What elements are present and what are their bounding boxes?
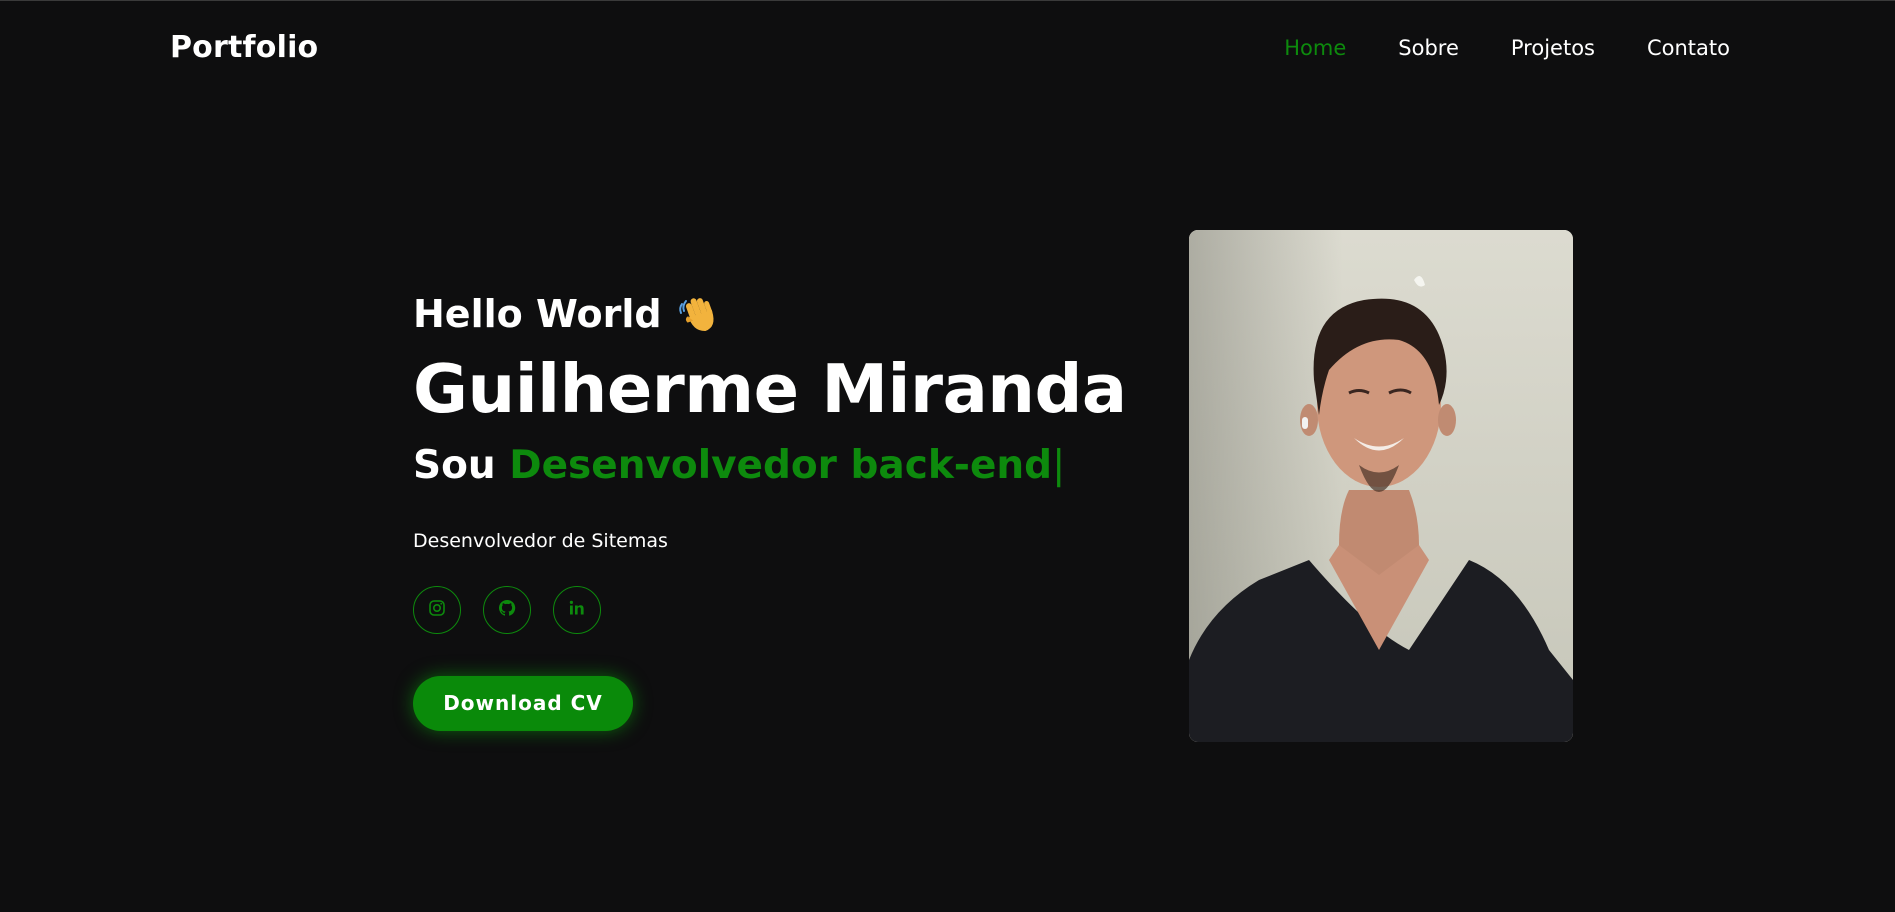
role-highlight: Desenvolvedor back-end xyxy=(509,443,1053,488)
main-nav: Home Sobre Projetos Contato xyxy=(1284,36,1730,60)
github-icon xyxy=(497,598,517,622)
download-cv-button[interactable]: Download CV xyxy=(413,675,633,731)
site-header: Portfolio Home Sobre Projetos Contato xyxy=(0,0,1895,98)
profile-photo xyxy=(1189,230,1573,742)
instagram-button[interactable] xyxy=(413,585,461,634)
social-links xyxy=(413,585,1173,634)
waving-hand-icon xyxy=(676,292,720,336)
nav-projetos[interactable]: Projetos xyxy=(1511,36,1595,60)
linkedin-icon xyxy=(567,598,587,622)
hero-name: Guilherme Miranda xyxy=(413,350,1127,428)
github-button[interactable] xyxy=(483,585,531,634)
greeting-text: Hello World xyxy=(413,292,662,336)
linkedin-button[interactable] xyxy=(553,585,601,634)
hero-section: Hello World Guilherme Miranda Sou Desenv… xyxy=(413,288,1173,731)
greeting: Hello World xyxy=(413,288,1173,340)
instagram-icon xyxy=(427,598,447,622)
nav-home[interactable]: Home xyxy=(1284,36,1346,60)
role-prefix: Sou xyxy=(413,443,496,488)
site-logo[interactable]: Portfolio xyxy=(170,30,318,65)
typing-cursor: | xyxy=(1052,443,1066,488)
hero-role: Sou Desenvolvedor back-end| xyxy=(413,443,1173,488)
nav-sobre[interactable]: Sobre xyxy=(1398,36,1459,60)
hero-subtitle: Desenvolvedor de Sitemas xyxy=(413,529,668,552)
nav-contato[interactable]: Contato xyxy=(1647,36,1730,60)
